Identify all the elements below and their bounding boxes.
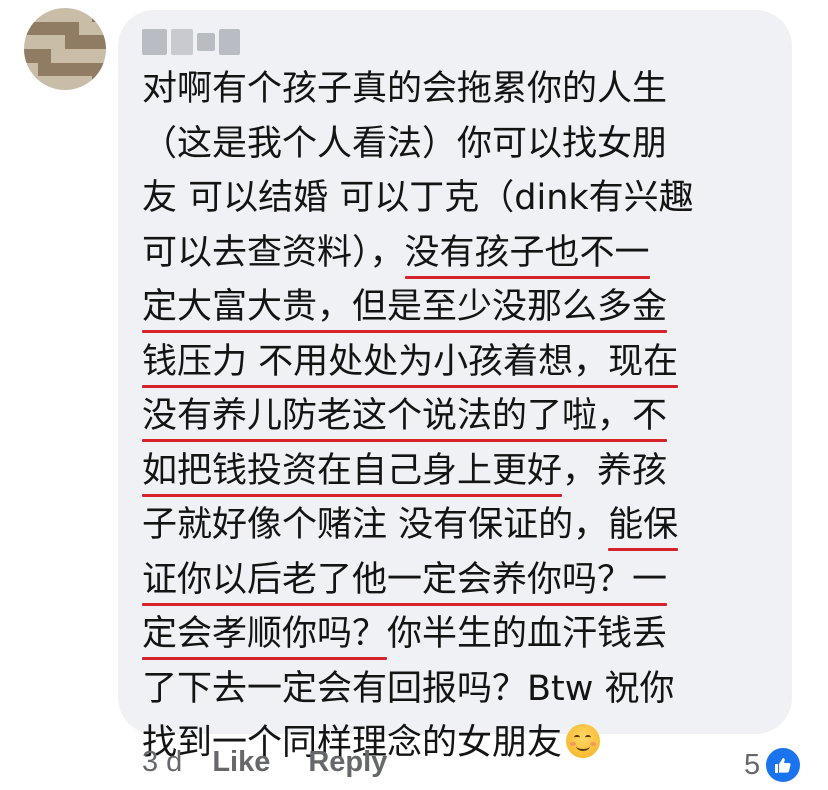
avatar-pixel [78, 8, 93, 22]
avatar-pixel [92, 21, 106, 36]
text-line: 如把钱投资在自己身上更好，养孩 [142, 450, 668, 491]
timestamp[interactable]: 3 d [142, 746, 182, 779]
avatar-pixel [24, 8, 38, 22]
underlined-text: 没有孩子也不一 [404, 232, 650, 273]
underlined-text: 能保 [608, 505, 679, 545]
text-line: 没有养儿防老这个说法的了啦，不 [142, 389, 782, 444]
text-line: 定大富大贵，但是至少没那么多金 [142, 280, 782, 335]
reaction-count: 5 [744, 748, 761, 781]
text-line: 子就好像个赌注 没有保证的，能保 [142, 505, 679, 545]
blurred-name-block [218, 29, 240, 55]
avatar-pixel [51, 49, 65, 63]
avatar-pixel [78, 21, 93, 36]
avatar-pixel [51, 76, 65, 90]
avatar-pixel [92, 62, 106, 77]
text-line: 定会孝顺你吗？你半生的血汗钱丢 [142, 614, 668, 654]
underlined-text: 钱压力 不用处处为小孩着想，现在 [142, 341, 679, 382]
underlined-text: 如把钱投资在自己身上更好 [142, 450, 563, 491]
avatar-pixel [24, 49, 38, 63]
avatar-pixel [92, 76, 106, 90]
avatar-pixel [51, 62, 65, 77]
avatar-pixel [37, 49, 52, 63]
avatar-pixel [37, 76, 52, 90]
comment-actions: 3 d Like Reply [142, 746, 425, 779]
avatar-pixel [92, 8, 106, 22]
avatar[interactable] [24, 8, 106, 90]
reply-button[interactable]: Reply [308, 746, 387, 779]
avatar-pixel [24, 21, 38, 36]
like-button[interactable]: Like [212, 746, 270, 779]
avatar-pixel [78, 49, 93, 63]
text-line: 可以去查资料），没有孩子也不一 [142, 232, 650, 273]
avatar-pixel [37, 35, 52, 49]
avatar-pixel [51, 35, 65, 49]
text-line: 钱压力 不用处处为小孩着想，现在 [142, 335, 782, 390]
underlined-text: 定大富大贵，但是至少没那么多金 [142, 287, 668, 327]
text-line: 了下去一定会有回报吗？Btw 祝你 [142, 668, 675, 709]
blurred-name-block [142, 29, 168, 55]
comment-text: 对啊有个孩子真的会拖累你的人生 （这是我个人看法）你可以找女朋 友 可以结婚 可… [142, 62, 782, 771]
avatar-pixel [78, 35, 93, 49]
avatar-pixel [65, 35, 79, 49]
underlined-text: 定会孝顺你吗？ [142, 614, 388, 654]
reaction-summary[interactable]: 5 [744, 746, 803, 784]
avatar-pixel [37, 8, 52, 22]
avatar-pixel [92, 49, 106, 63]
avatar-pixel [65, 49, 79, 63]
text-line: 证你以后老了他一定会养你吗？一 [142, 553, 782, 608]
avatar-pixel [65, 62, 79, 77]
text-line: 对啊有个孩子真的会拖累你的人生 [142, 69, 668, 109]
author-name[interactable] [142, 26, 240, 58]
text-line: （这是我个人看法）你可以找女朋 [142, 123, 668, 164]
underlined-text: 证你以后老了他一定会养你吗？一 [142, 559, 668, 600]
avatar-pixel [24, 76, 38, 90]
avatar-pixel [65, 8, 79, 22]
avatar-pixel [65, 76, 79, 90]
avatar-pixel [37, 62, 52, 77]
underlined-text: 没有养儿防老这个说法的了啦，不 [142, 396, 668, 436]
avatar-pixel [24, 35, 38, 49]
avatar-pixel [78, 62, 93, 77]
blurred-name-block [171, 29, 193, 55]
avatar-pixel [65, 21, 79, 36]
avatar-pixel [92, 35, 106, 49]
avatar-pixel [51, 21, 65, 36]
thumbs-up-icon [764, 746, 803, 784]
avatar-pixel [37, 21, 52, 36]
blurred-name-block [196, 33, 215, 51]
text-line: 友 可以结婚 可以丁克（dink有兴趣 [142, 178, 694, 218]
avatar-pixel [51, 8, 65, 22]
avatar-pixel [24, 62, 38, 77]
avatar-pixel [78, 76, 93, 90]
smiling-face-icon [566, 724, 601, 758]
